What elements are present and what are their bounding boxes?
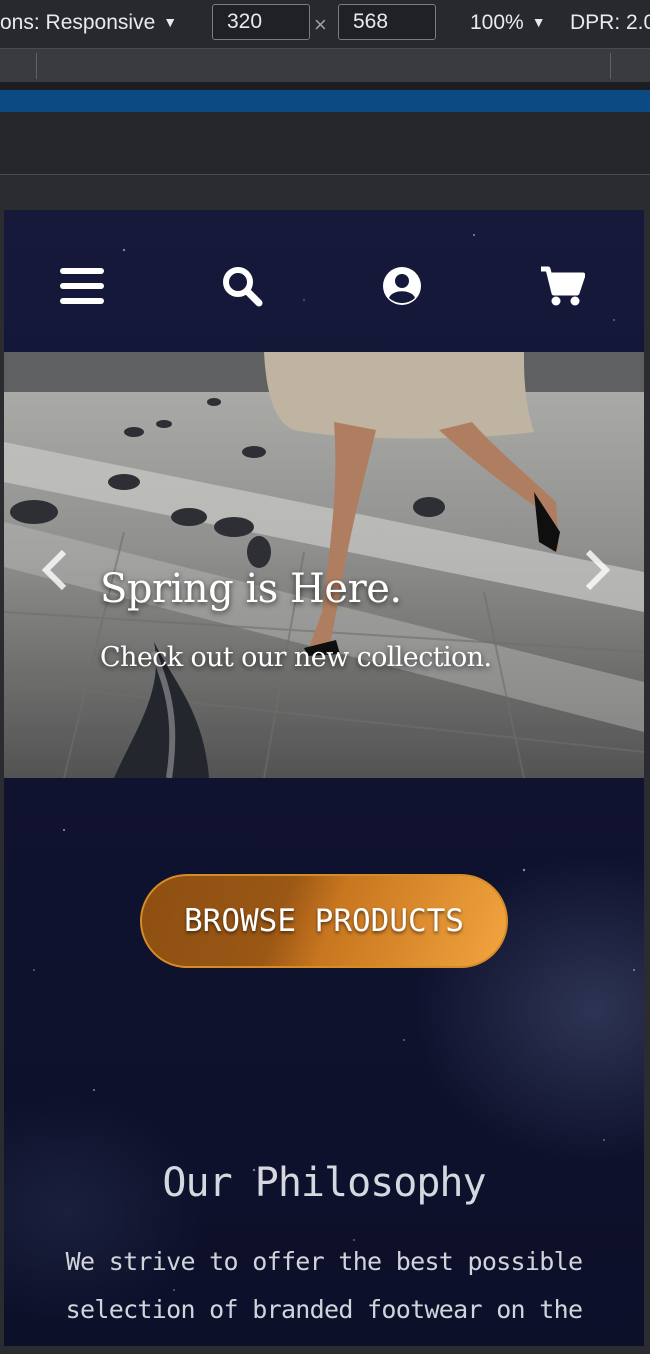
zoom-dropdown[interactable]: 100% ▼	[470, 11, 546, 35]
shopping-cart-icon[interactable]	[538, 262, 586, 310]
media-query-highlight[interactable]	[0, 90, 650, 112]
divider	[610, 53, 611, 79]
hero-subtitle: Check out our new collection.	[100, 642, 492, 673]
carousel-prev-icon[interactable]	[36, 548, 76, 592]
hero-carousel: Spring is Here. Check out our new collec…	[4, 352, 644, 778]
browse-products-button[interactable]: BROWSE PRODUCTS	[140, 874, 508, 968]
emulated-viewport: Spring is Here. Check out our new collec…	[4, 210, 644, 1346]
user-account-icon[interactable]	[378, 262, 426, 310]
dpr-dropdown[interactable]: DPR: 2.0	[570, 11, 650, 35]
hero-photo	[4, 352, 644, 778]
media-query-bar	[0, 48, 650, 83]
divider	[36, 53, 37, 79]
dropdown-caret-icon: ▼	[531, 14, 546, 30]
philosophy-heading: Our Philosophy	[162, 1160, 486, 1206]
zoom-label: 100%	[470, 11, 524, 34]
width-input[interactable]: 320	[212, 4, 310, 40]
site-navbar	[4, 210, 644, 352]
divider	[0, 82, 650, 90]
hamburger-menu-icon[interactable]	[58, 262, 106, 310]
philosophy-text: We strive to offer the best possible sel…	[65, 1247, 583, 1324]
dimension-separator: ×	[314, 12, 327, 37]
height-input[interactable]: 568	[338, 4, 436, 40]
device-frame-edge	[644, 210, 650, 1346]
device-toolbar: ons: Responsive ▼ 320 × 568 100% ▼ DPR: 2.…	[0, 0, 650, 48]
dimensions-label: ons: Responsive	[0, 11, 156, 34]
hero-title: Spring is Here.	[100, 566, 402, 612]
ruler-bar	[0, 112, 650, 175]
search-icon[interactable]	[218, 262, 266, 310]
dropdown-caret-icon: ▼	[163, 14, 178, 30]
dimensions-dropdown[interactable]: ons: Responsive ▼	[0, 11, 177, 35]
dpr-label: DPR: 2.0	[570, 11, 650, 34]
